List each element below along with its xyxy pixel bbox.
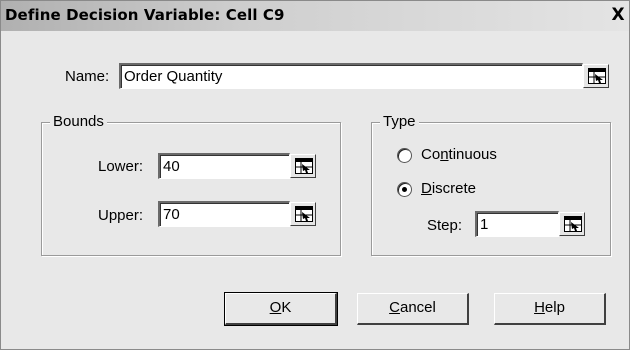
type-group-label: Type <box>380 113 419 131</box>
lower-bound-input[interactable]: 40 <box>158 153 290 179</box>
title-bar[interactable]: Define Decision Variable: Cell C9 X <box>1 1 629 31</box>
cell-reference-icon <box>564 216 582 232</box>
bounds-group-label: Bounds <box>50 113 107 131</box>
cell-reference-icon <box>588 68 606 84</box>
step-input[interactable]: 1 <box>475 211 559 237</box>
name-label: Name: <box>65 68 110 85</box>
step-label: Step: <box>427 217 463 234</box>
continuous-radio[interactable]: Continuous <box>397 146 537 168</box>
discrete-radio-circle[interactable] <box>397 182 412 197</box>
continuous-radio-label: Continuous <box>421 146 497 163</box>
cell-reference-icon <box>295 206 313 222</box>
ok-button[interactable]: OK <box>224 292 338 326</box>
name-input[interactable]: Order Quantity <box>119 63 583 89</box>
cancel-button[interactable]: Cancel <box>357 293 469 325</box>
upper-bound-input[interactable]: 70 <box>158 201 290 227</box>
help-button[interactable]: Help <box>494 293 606 325</box>
define-decision-variable-dialog: Define Decision Variable: Cell C9 X Name… <box>0 0 630 350</box>
continuous-radio-circle[interactable] <box>397 148 412 163</box>
discrete-radio[interactable]: Discrete <box>397 180 517 202</box>
lower-bound-label: Lower: <box>98 158 144 175</box>
bounds-group: Bounds <box>41 113 341 256</box>
lower-cell-reference-button[interactable] <box>290 154 316 178</box>
radio-selected-dot <box>402 187 407 192</box>
discrete-radio-label: Discrete <box>421 180 477 197</box>
upper-cell-reference-button[interactable] <box>290 202 316 226</box>
close-icon[interactable]: X <box>609 5 627 25</box>
step-cell-reference-button[interactable] <box>559 212 585 236</box>
cell-reference-icon <box>295 158 313 174</box>
name-cell-reference-button[interactable] <box>583 64 609 88</box>
upper-bound-label: Upper: <box>98 207 144 224</box>
window-title: Define Decision Variable: Cell C9 <box>5 6 285 24</box>
